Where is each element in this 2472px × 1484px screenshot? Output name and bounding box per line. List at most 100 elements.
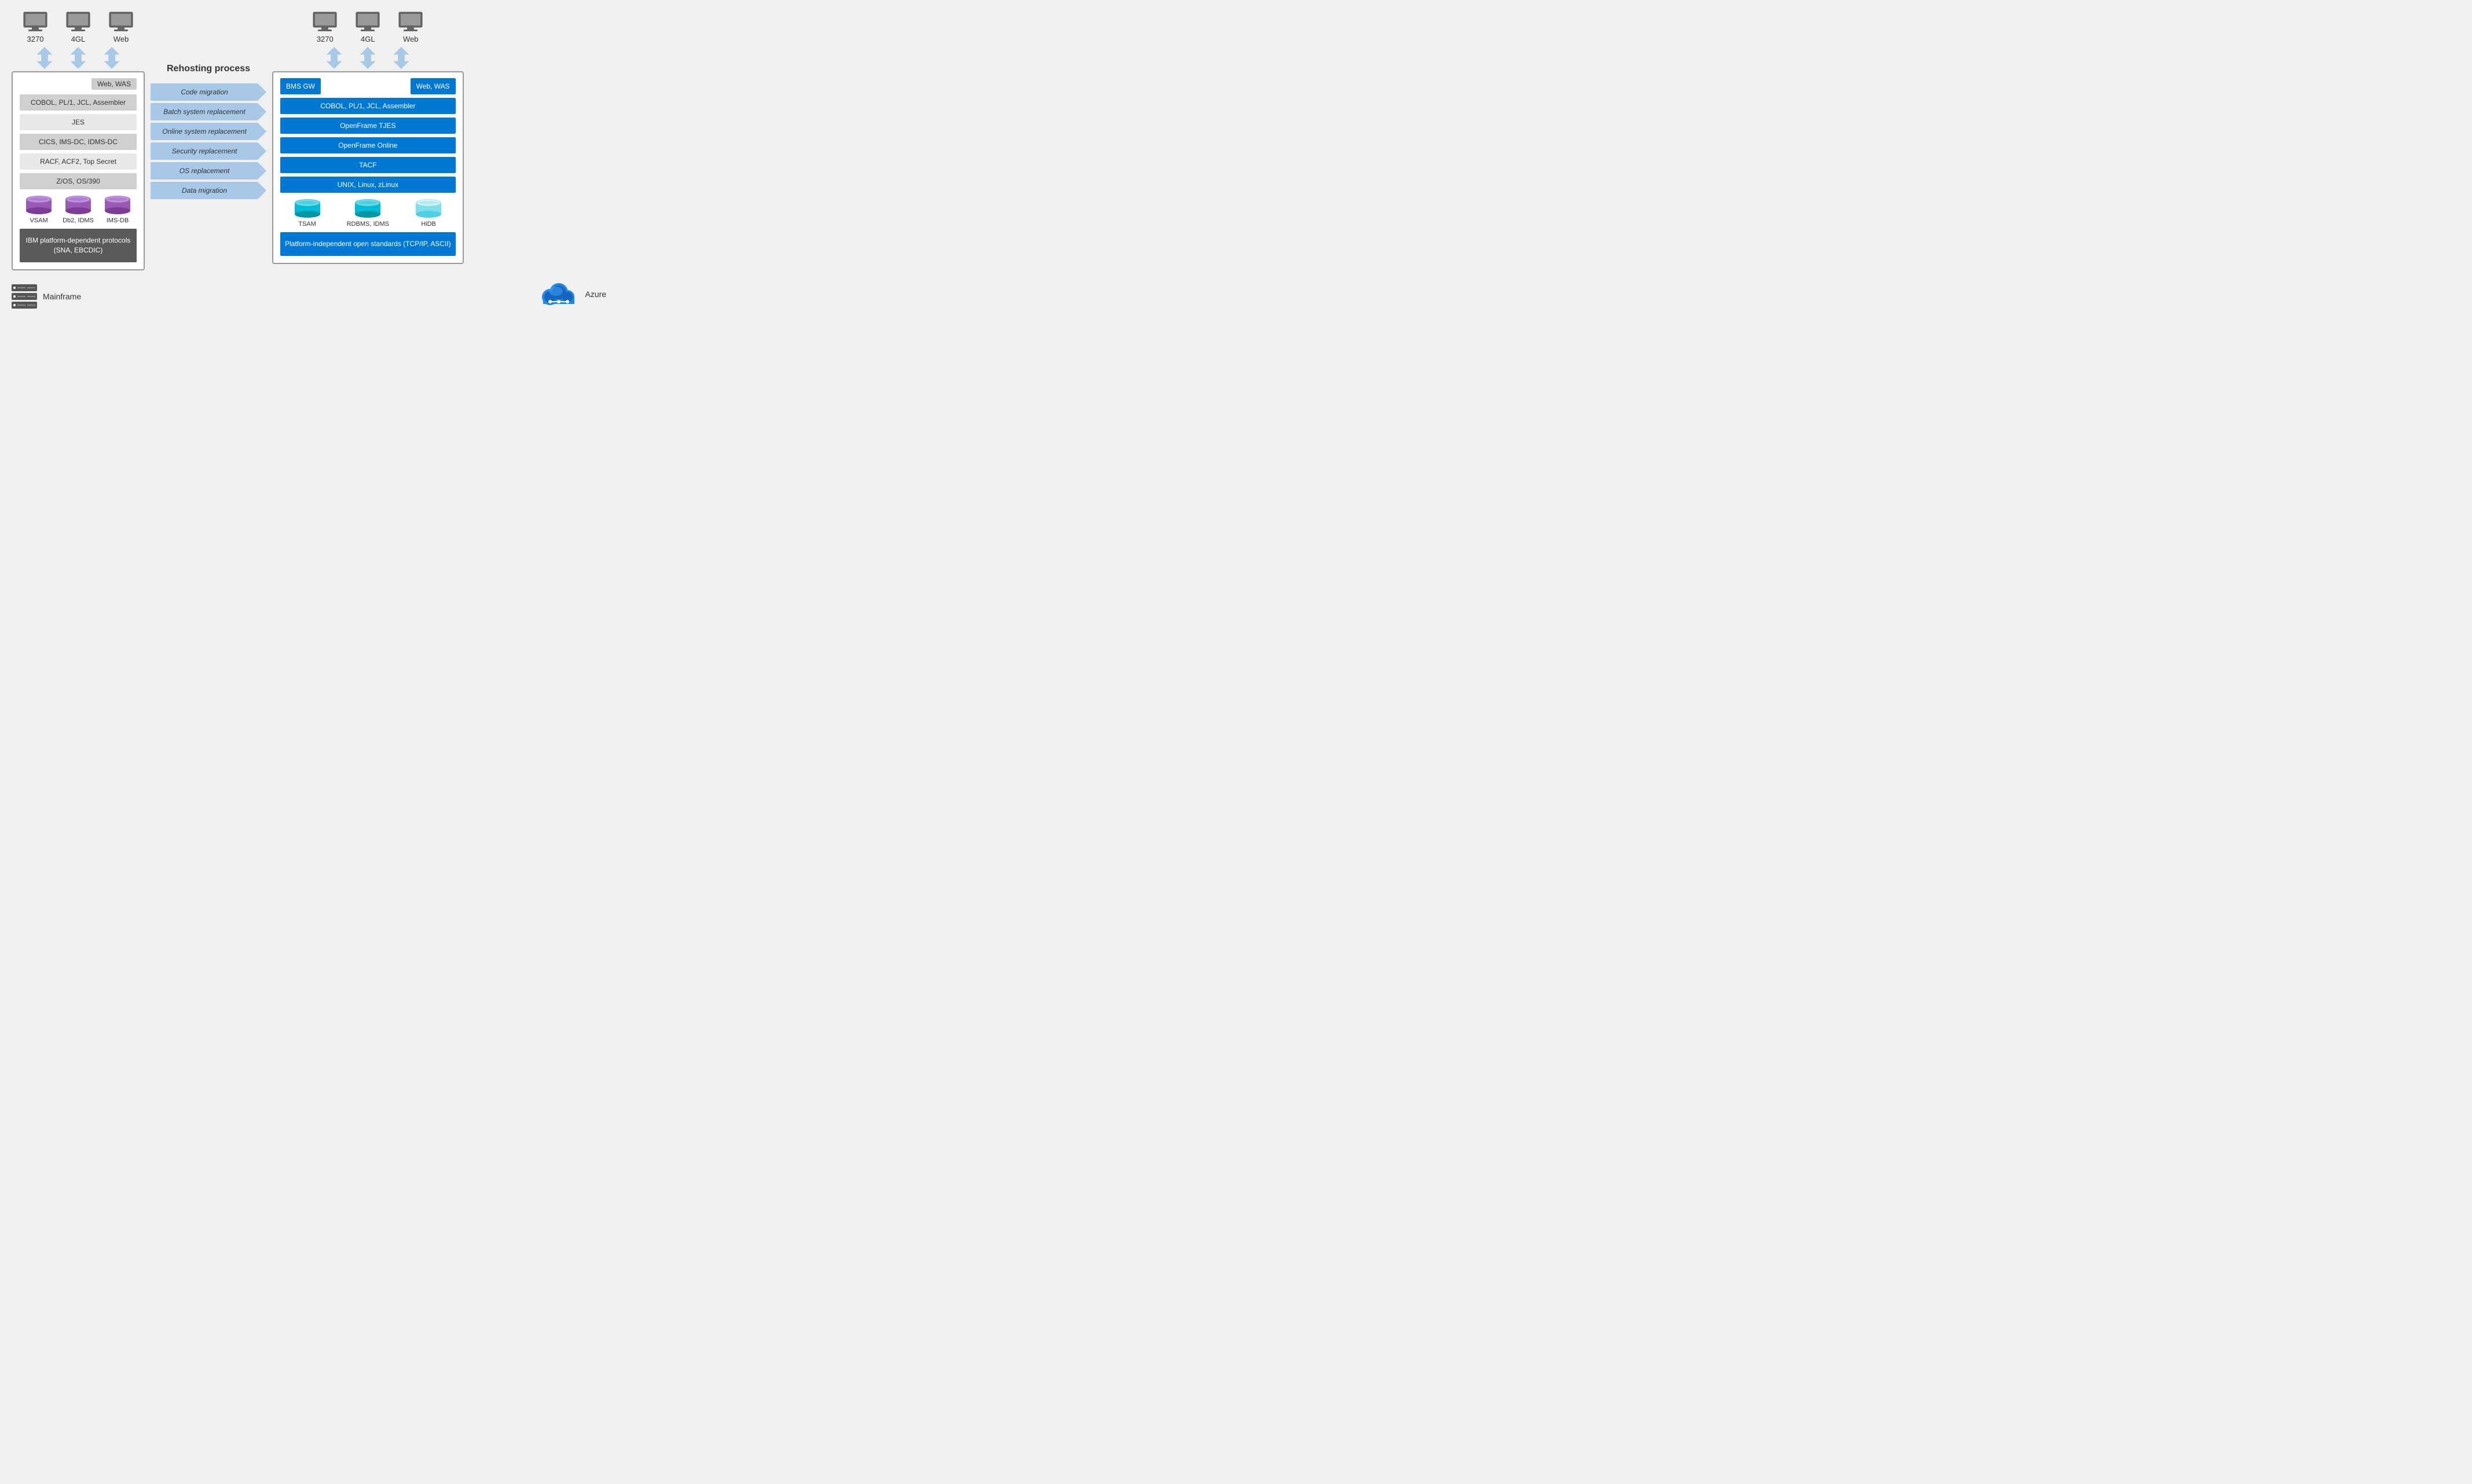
server-dot-2: [13, 295, 16, 298]
mainframe-label: Mainframe: [43, 292, 81, 301]
ibm-platform-text: IBM platform-dependent protocols (SNA, E…: [26, 236, 131, 254]
right-monitor-4gl: [355, 12, 380, 32]
step-arrow-1: [258, 104, 266, 120]
left-top-row: Web, WAS: [20, 78, 137, 94]
right-db-tsam: TSAM: [293, 199, 322, 228]
left-db-imsdb: IMS-DB: [103, 195, 132, 224]
server-line-6: [27, 305, 35, 306]
left-terminal-web-label: Web: [113, 35, 129, 43]
azure-section: Azure: [539, 280, 606, 309]
right-terminal-4gl: 4GL: [355, 12, 380, 43]
server-row-1: [12, 284, 37, 291]
step-online-label: Online system replacement: [151, 123, 258, 140]
left-row-cics: CICS, IMS-DC, IDMS-DC: [20, 134, 137, 150]
left-db-vsam: VSAM: [24, 195, 53, 224]
server-line-3: [17, 296, 25, 297]
step-code-migration: Code migration: [151, 83, 266, 101]
right-system-box: BMS GW Web, WAS COBOL, PL/1, JCL, Assemb…: [272, 71, 464, 264]
right-arrows: [272, 47, 464, 69]
middle-section: Rehosting process Code migration Batch s…: [151, 12, 266, 201]
left-arrow-3: [104, 47, 120, 69]
step-data-label: Data migration: [151, 182, 258, 199]
db2-cylinder-icon: [64, 195, 93, 215]
left-system: 3270 4GL Web: [12, 12, 145, 270]
step-code-migration-label: Code migration: [151, 83, 258, 101]
server-dot-1: [13, 287, 16, 289]
right-db-hidb-label: HiDB: [421, 221, 436, 228]
left-terminal-4gl: 4GL: [65, 12, 91, 43]
step-arrow-4: [258, 163, 266, 179]
monitor-icon: [23, 12, 48, 32]
step-os: OS replacement: [151, 162, 266, 179]
step-security-label: Security replacement: [151, 142, 258, 160]
left-terminal-3270-label: 3270: [27, 35, 44, 43]
right-monitor-3270: [312, 12, 338, 32]
right-row-online: OpenFrame Online: [280, 137, 456, 153]
step-online: Online system replacement: [151, 123, 266, 140]
left-databases: VSAM Db2, IDMS: [20, 195, 137, 224]
left-arrow-2: [70, 47, 86, 69]
left-db-db2-label: Db2, IDMS: [63, 217, 94, 224]
left-terminal-web: Web: [108, 12, 134, 43]
left-row-jes: JES: [20, 114, 137, 130]
server-line-5: [17, 305, 25, 306]
left-arrows: [12, 47, 145, 69]
right-terminal-web: Web: [398, 12, 423, 43]
server-row-3: [12, 302, 37, 309]
right-terminal-3270: 3270: [312, 12, 338, 43]
left-arrow-1: [36, 47, 53, 69]
right-header-row: BMS GW Web, WAS: [280, 78, 456, 94]
step-arrow-5: [258, 182, 266, 199]
server-line-1: [17, 287, 25, 288]
right-db-tsam-label: TSAM: [298, 221, 316, 228]
platform-box: Platform-independent open standards (TCP…: [280, 232, 456, 256]
right-row-cobol: COBOL, PL/1, JCL, Assembler: [280, 98, 456, 114]
left-terminals: 3270 4GL Web: [12, 12, 145, 43]
step-security: Security replacement: [151, 142, 266, 160]
right-monitor-web: [398, 12, 423, 32]
right-arrow-1: [326, 47, 342, 69]
rdbms-cylinder-icon: [353, 199, 382, 218]
right-system: 3270 4GL Web: [272, 12, 464, 264]
left-db-db2: Db2, IDMS: [63, 195, 94, 224]
vsam-cylinder-icon: [24, 195, 53, 215]
right-web-was-label: Web, WAS: [411, 78, 456, 94]
right-row-unix: UNIX, Linux, zLinux: [280, 177, 456, 193]
imsdb-cylinder-icon: [103, 195, 132, 215]
left-row-cobol: COBOL, PL/1, JCL, Assembler: [20, 94, 137, 111]
step-arrow-3: [258, 143, 266, 159]
left-db-imsdb-label: IMS-DB: [107, 217, 129, 224]
right-terminal-4gl-label: 4GL: [361, 35, 375, 43]
server-dot-3: [13, 304, 16, 306]
right-terminal-web-label: Web: [403, 35, 419, 43]
step-os-label: OS replacement: [151, 162, 258, 179]
left-terminal-3270: 3270: [23, 12, 48, 43]
left-system-box: Web, WAS COBOL, PL/1, JCL, Assembler JES…: [12, 71, 145, 270]
server-line-2: [27, 287, 35, 288]
step-arrow-2: [258, 123, 266, 140]
right-db-rdbms: RDBMS, IDMS: [347, 199, 389, 228]
right-db-rdbms-label: RDBMS, IDMS: [347, 221, 389, 228]
right-terminal-3270-label: 3270: [317, 35, 334, 43]
rehosting-title: Rehosting process: [167, 64, 250, 74]
platform-text: Platform-independent open standards (TCP…: [285, 240, 451, 248]
server-icon: [12, 284, 37, 309]
hidb-cylinder-icon: [414, 199, 443, 218]
step-batch: Batch system replacement: [151, 103, 266, 120]
azure-cloud-icon: [539, 280, 579, 309]
left-terminal-4gl-label: 4GL: [71, 35, 86, 43]
left-db-vsam-label: VSAM: [30, 217, 47, 224]
bottom-row: Mainframe Azure: [12, 280, 606, 309]
server-line-4: [27, 296, 35, 297]
right-databases: TSAM RDBMS, IDMS: [280, 199, 456, 228]
tsam-cylinder-icon: [293, 199, 322, 218]
main-diagram: 3270 4GL Web: [12, 12, 606, 270]
step-data: Data migration: [151, 182, 266, 199]
left-row-racf: RACF, ACF2, Top Secret: [20, 153, 137, 170]
right-row-tacf: TACF: [280, 157, 456, 173]
process-steps: Code migration Batch system replacement …: [151, 83, 266, 201]
right-terminals: 3270 4GL Web: [272, 12, 464, 43]
left-web-was: Web, WAS: [91, 78, 137, 90]
left-row-zos: Z/OS, OS/390: [20, 173, 137, 189]
right-db-hidb: HiDB: [414, 199, 443, 228]
